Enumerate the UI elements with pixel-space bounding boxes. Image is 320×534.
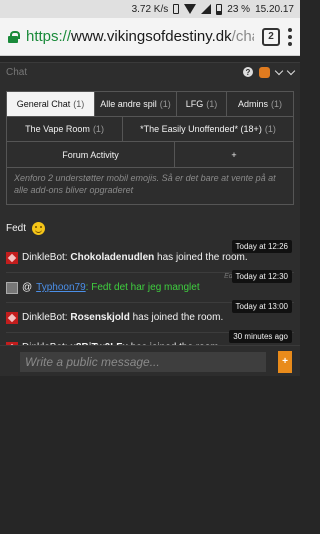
list-item: @Typhoon79: Fedt det har jeg manglet Edi… [6,270,294,302]
bot-avatar-icon [6,311,18,324]
room-tabs: General Chat (1) Alle andre spil (1) LFG (1… [6,91,294,168]
help-icon[interactable]: ? [243,67,253,77]
timestamp: Today at 12:26 [231,240,292,253]
network-speed: 3.72 K/s [131,3,169,15]
tab-easily-unoffended[interactable]: *The Easily Unoffended* (18+) (1) [123,117,293,141]
tab-lfg[interactable]: LFG (1) [177,92,227,116]
signal-icon [201,4,212,14]
message-list: Fedt DinkleBot: Chokoladenudlen has join… [0,222,300,362]
browser-toolbar: https://www.vikingsofdestiny.dk/chat/ful… [0,18,300,56]
clock: 15.20.17 [255,3,294,15]
smiley-emoji-icon [32,222,46,235]
battery-icon [216,3,223,15]
url-scheme: https:// [26,28,72,45]
lock-icon [8,30,20,43]
url-path: /chat/fullpa [231,28,254,45]
tab-admins[interactable]: Admins (1) [227,92,293,116]
battery-percent: 23 % [227,3,251,15]
chevron-down-icon[interactable] [286,66,296,75]
tab-switcher-button[interactable]: 2 [262,27,280,46]
message-text: Fedt [6,223,27,234]
page-background [0,376,300,534]
username[interactable]: Rosenskjold [70,312,129,323]
tab-general-chat[interactable]: General Chat (1) [7,92,95,116]
url-host: www.vikingsofdestiny.dk [71,28,232,45]
chat-title: Chat [6,66,28,78]
room-notice: Xenforo 2 understøtter mobil emojis. Så … [6,168,294,205]
send-button[interactable]: + [278,350,292,373]
message-input[interactable] [20,351,266,372]
message-composer: + [0,345,300,377]
tab-vape-room[interactable]: The Vape Room (1) [7,117,123,141]
list-item: DinkleBot: Chokoladenudlen has joined th… [6,240,294,272]
overflow-menu-icon[interactable] [288,27,292,46]
mention-link[interactable]: Typhoon79 [36,282,86,293]
wifi-icon [184,4,197,14]
add-room-button[interactable]: + [175,142,293,167]
username[interactable]: Chokoladenudlen [70,252,154,263]
address-bar[interactable]: https://www.vikingsofdestiny.dk/chat/ful… [26,28,254,45]
user-avatar-icon[interactable] [259,66,270,78]
status-bar: 3.72 K/s 23 % 15.20.17 [0,0,300,18]
tab-alle-andre-spil[interactable]: Alle andre spil (1) [95,92,177,116]
user-avatar-icon [6,281,18,294]
list-item: Fedt [6,222,294,235]
chevron-down-icon[interactable] [274,66,284,75]
chat-window: Chat ? General Chat (1) Alle andre spil (1… [0,62,300,377]
list-item: DinkleBot: Rosenskjold has joined the ro… [6,300,294,332]
timestamp: Today at 12:30 [231,270,292,283]
timestamp: 30 minutes ago [229,330,292,343]
phone-icon [173,4,180,14]
chat-header: Chat ? [0,63,300,81]
timestamp: Today at 13:00 [231,300,292,313]
tab-forum-activity[interactable]: Forum Activity [7,142,175,167]
bot-avatar-icon [6,251,18,264]
